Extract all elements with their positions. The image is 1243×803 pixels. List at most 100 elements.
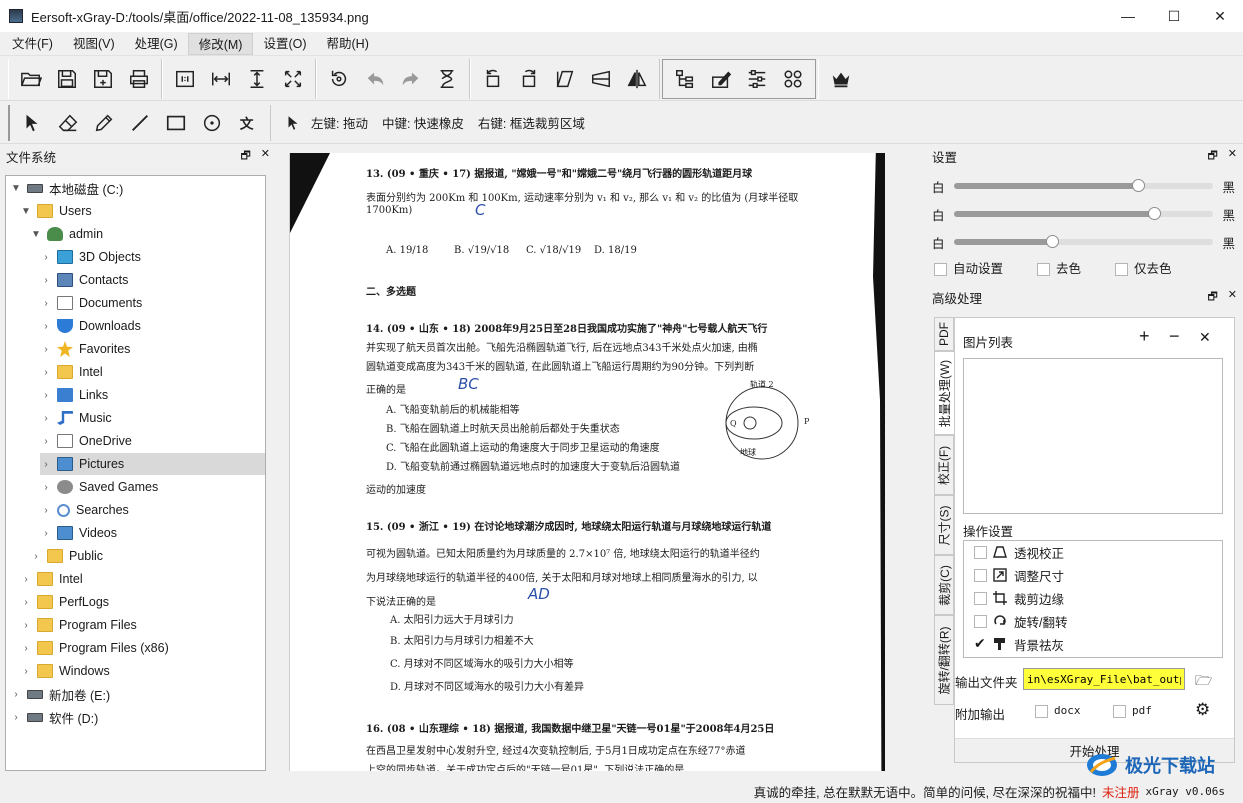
grid-icon[interactable] <box>775 61 811 97</box>
menu-process[interactable]: 处理(G) <box>125 33 188 55</box>
tab-rotate[interactable]: 旋转/翻转(R) <box>934 615 954 705</box>
tab-crop[interactable]: 裁剪(C) <box>934 555 954 615</box>
float-icon[interactable]: 🗗 <box>240 147 250 166</box>
perspective-icon[interactable] <box>583 61 619 97</box>
op-rotate[interactable]: 旋转/翻转 <box>974 610 1067 632</box>
tree-view-icon[interactable] <box>667 61 703 97</box>
slider-handle[interactable] <box>1147 207 1161 220</box>
tree-item[interactable]: › PerfLogs <box>20 591 109 613</box>
tree-item[interactable]: ▼ 本地磁盘 (C:) <box>10 177 123 199</box>
tab-correct[interactable]: 校正(F) <box>934 435 954 495</box>
tree-item[interactable]: › 3D Objects <box>40 246 141 268</box>
handwriting: BC <box>458 375 479 393</box>
pencil-icon[interactable] <box>86 105 122 141</box>
add-icon[interactable]: + <box>1139 326 1150 347</box>
decolor-only-checkbox[interactable]: 仅去色 <box>1115 258 1172 277</box>
menu-settings[interactable]: 设置(O) <box>253 33 316 55</box>
folder-open-icon[interactable]: 🗁 <box>1195 670 1212 694</box>
tree-item[interactable]: › Windows <box>20 660 110 682</box>
menu-file[interactable]: 文件(F) <box>2 33 63 55</box>
remove-icon[interactable]: − <box>1169 326 1180 347</box>
close-panel-icon[interactable]: ✕ <box>1228 288 1237 307</box>
flip-icon[interactable] <box>619 61 655 97</box>
hourglass-icon[interactable] <box>429 61 465 97</box>
op-resize[interactable]: 调整尺寸 <box>974 564 1064 586</box>
reset-icon[interactable] <box>321 61 357 97</box>
tree-item[interactable]: › Searches <box>40 499 128 521</box>
threshold-slider[interactable] <box>953 179 1214 192</box>
tree-item[interactable]: › Links <box>40 384 108 406</box>
deskew-icon[interactable] <box>547 61 583 97</box>
rectangle-icon[interactable] <box>158 105 194 141</box>
menu-help[interactable]: 帮助(H) <box>317 33 379 55</box>
tree-item[interactable]: › Videos <box>40 522 117 544</box>
slider-handle[interactable] <box>1132 179 1146 192</box>
docx-checkbox[interactable]: docx <box>1035 704 1081 718</box>
gear-icon[interactable]: ⚙ <box>1195 700 1210 720</box>
tree-item[interactable]: › Intel <box>20 568 83 590</box>
tree-item-selected[interactable]: › Pictures <box>40 453 265 475</box>
fit-height-icon[interactable] <box>239 61 275 97</box>
rotate-left-icon[interactable] <box>475 61 511 97</box>
fit-width-icon[interactable] <box>203 61 239 97</box>
tree-item[interactable]: ▼ admin <box>30 223 103 245</box>
menu-modify[interactable]: 修改(M) <box>187 32 254 55</box>
maximize-button[interactable]: ☐ <box>1151 0 1197 32</box>
open-folder-icon[interactable] <box>13 61 49 97</box>
op-background[interactable]: 背景祛灰 <box>974 633 1064 655</box>
image-canvas[interactable]: 13. (09 • 重庆 • 17) 据报道, "嫦娥一号"和"嫦娥二号"绕月飞… <box>289 153 885 771</box>
tab-batch[interactable]: 批量处理(W) <box>934 351 954 435</box>
auto-setting-checkbox[interactable]: 自动设置 <box>934 258 1003 277</box>
tree-item[interactable]: ▼ Users <box>20 200 92 222</box>
eraser-icon[interactable] <box>50 105 86 141</box>
tab-size[interactable]: 尺寸(S) <box>934 495 954 555</box>
text-icon[interactable]: 文 <box>230 105 266 141</box>
file-tree[interactable]: ▼ 本地磁盘 (C:) ▼ Users ▼ admin › 3D Objects › Co… <box>5 175 266 771</box>
edit-image-icon[interactable] <box>703 61 739 97</box>
rotate-right-icon[interactable] <box>511 61 547 97</box>
save-icon[interactable] <box>49 61 85 97</box>
tree-item[interactable]: › Downloads <box>40 315 141 337</box>
close-panel-icon[interactable]: ✕ <box>261 147 270 166</box>
tree-item[interactable]: › Music <box>40 407 112 429</box>
float-icon[interactable]: 🗗 <box>1207 288 1217 307</box>
tree-item[interactable]: › Favorites <box>40 338 130 360</box>
op-crop[interactable]: 裁剪边缘 <box>974 587 1064 609</box>
redo-icon[interactable] <box>393 61 429 97</box>
clear-icon[interactable]: ✕ <box>1199 329 1211 346</box>
decolor-checkbox[interactable]: 去色 <box>1037 258 1081 277</box>
tree-item[interactable]: › Public <box>30 545 103 567</box>
close-button[interactable]: ✕ <box>1197 0 1243 32</box>
threshold-slider[interactable] <box>953 207 1214 220</box>
op-perspective[interactable]: 透视校正 <box>974 541 1064 563</box>
tree-item[interactable]: › 软件 (D:) <box>10 706 98 728</box>
circle-icon[interactable] <box>194 105 230 141</box>
output-folder-input[interactable] <box>1023 668 1185 690</box>
sliders-icon[interactable] <box>739 61 775 97</box>
pointer-icon[interactable] <box>14 105 50 141</box>
tree-item[interactable]: › Contacts <box>40 269 128 291</box>
tree-item[interactable]: › Intel <box>40 361 103 383</box>
save-as-icon[interactable] <box>85 61 121 97</box>
threshold-slider[interactable] <box>953 235 1214 248</box>
close-panel-icon[interactable]: ✕ <box>1228 147 1237 166</box>
crown-icon[interactable] <box>823 61 859 97</box>
slider-handle[interactable] <box>1046 235 1060 248</box>
undo-icon[interactable] <box>357 61 393 97</box>
menu-view[interactable]: 视图(V) <box>63 33 125 55</box>
tree-item[interactable]: › Program Files (x86) <box>20 637 169 659</box>
tree-item[interactable]: › 新加卷 (E:) <box>10 683 110 705</box>
tree-item[interactable]: › Documents <box>40 292 142 314</box>
tree-item[interactable]: › OneDrive <box>40 430 132 452</box>
minimize-button[interactable]: — <box>1105 0 1151 32</box>
tree-item[interactable]: › Saved Games <box>40 476 158 498</box>
pdf-checkbox[interactable]: pdf <box>1113 704 1152 718</box>
tab-pdf[interactable]: PDF <box>934 317 954 351</box>
actual-size-icon[interactable] <box>167 61 203 97</box>
image-list[interactable] <box>963 358 1223 514</box>
float-icon[interactable]: 🗗 <box>1207 147 1217 166</box>
fit-window-icon[interactable] <box>275 61 311 97</box>
line-icon[interactable] <box>122 105 158 141</box>
tree-item[interactable]: › Program Files <box>20 614 137 636</box>
print-icon[interactable] <box>121 61 157 97</box>
